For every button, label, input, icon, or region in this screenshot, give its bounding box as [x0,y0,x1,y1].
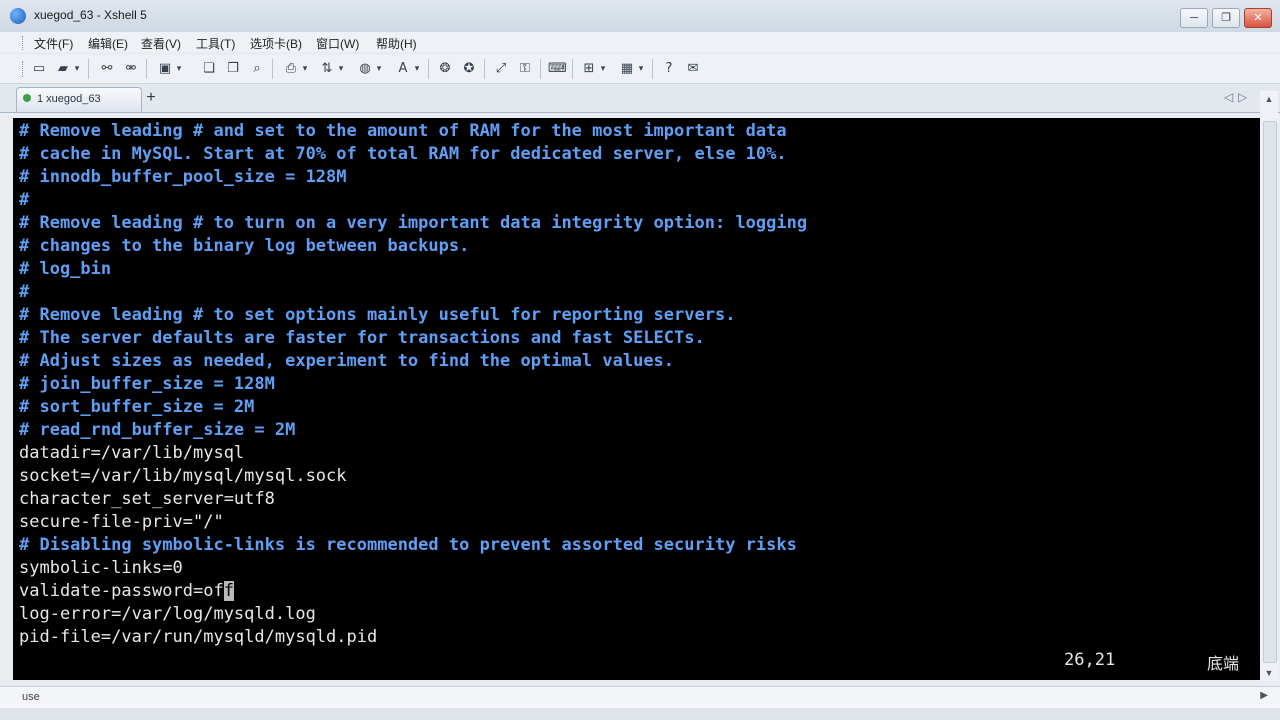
transfer-icon[interactable]: ⇅ [318,60,336,78]
terminal-cursor: f [223,581,234,601]
compose-input[interactable]: use [22,691,40,703]
menu-file[interactable]: 文件(F) [34,35,73,52]
vim-cursor-position: 26,21 [1064,650,1116,670]
scroll-down-icon[interactable]: ▼ [1260,665,1278,681]
fullscreen-icon[interactable]: ⤢ [492,60,510,78]
terminal-line: log-error=/var/log/mysqld.log [19,604,316,624]
tab-prev-icon[interactable]: ◁ [1224,90,1233,104]
keyboard-icon[interactable]: ⌨ [548,60,567,78]
window-controls: ─ ❐ ✕ [1180,8,1272,28]
title-bar: xuegod_63 - Xshell 5 ─ ❐ ✕ [0,0,1280,33]
layout-dropdown-icon[interactable]: ▾ [636,60,646,78]
terminal-line-text: validate-password=of [19,581,224,601]
toolbar-separator [146,59,147,79]
open-folder-icon[interactable]: ▰ [54,60,72,78]
properties-icon[interactable]: ▣ [156,60,174,78]
tab-label: 1 xuegod_63 [37,93,101,105]
terminal-line: # The server defaults are faster for tra… [19,328,705,348]
terminal-line: # cache in MySQL. Start at 70% of total … [19,144,787,164]
terminal-line: # Adjust sizes as needed, experiment to … [19,351,675,371]
vertical-scrollbar[interactable]: ▲ ▼ [1260,91,1278,681]
menu-grip[interactable] [22,36,25,50]
toolbar: ▭ ▰ ▾ ⚯ ⚮ ▣ ▾ ❏ ❐ ⌕ ⎙ ▾ ⇅ ▾ ◍ ▾ A ▾ ❂ ✪ … [0,55,1280,84]
toolbar-separator [272,59,273,79]
terminal-line: # [19,282,30,302]
tab-next-icon[interactable]: ▷ [1238,90,1247,104]
toolbar-separator [484,59,485,79]
terminal-line: pid-file=/var/run/mysqld/mysqld.pid [19,627,378,647]
add-tab-button[interactable]: + [142,89,160,107]
globe-icon[interactable]: ◍ [356,60,374,78]
menu-view[interactable]: 查看(V) [141,35,181,52]
properties-dropdown-icon[interactable]: ▾ [174,60,184,78]
terminal-line: # innodb_buffer_pool_size = 128M [19,167,347,187]
find-icon[interactable]: ⌕ [248,60,266,78]
minimize-button[interactable]: ─ [1180,8,1208,28]
toolbar-grip[interactable] [22,61,25,77]
connected-status-icon [23,94,31,102]
terminal-line: secure-file-priv="/" [19,512,224,532]
terminal-line: character_set_server=utf8 [19,489,275,509]
menu-tools[interactable]: 工具(T) [196,35,235,52]
lock-icon[interactable]: ⚿ [516,60,534,78]
vim-scroll-position: 底端 [1207,654,1240,673]
terminal-line: socket=/var/lib/mysql/mysql.sock [19,466,347,486]
font-icon[interactable]: A [394,60,412,78]
new-tab-group-icon[interactable]: ⊞ [580,60,598,78]
window-title: xuegod_63 - Xshell 5 [34,8,147,22]
restore-button[interactable]: ❐ [1212,8,1240,28]
toolbar-separator [652,59,653,79]
terminal-line: # join_buffer_size = 128M [19,374,275,394]
status-bar [0,708,1280,720]
menu-edit[interactable]: 编辑(E) [88,35,128,52]
menu-window[interactable]: 窗口(W) [316,35,359,52]
terminal-line: # Remove leading # to turn on a very imp… [19,213,808,233]
compose-send-icon[interactable]: ▶ [1260,690,1268,701]
help-icon[interactable]: ? [660,60,678,78]
terminal-line: validate-password=off [19,580,807,603]
connect-icon[interactable]: ⚯ [98,60,116,78]
paste-icon[interactable]: ❐ [224,60,242,78]
terminal-lines: # Remove leading # and set to the amount… [19,120,807,649]
toolbar-separator [428,59,429,79]
session-tab-bar: 1 xuegod_63 + ◁ ▷ ▾ [0,84,1280,113]
toolbar-separator [88,59,89,79]
xshell-app-icon[interactable] [10,8,26,24]
terminal-line: # Remove leading # and set to the amount… [19,121,787,141]
terminal-line: # Disabling symbolic-links is recommende… [19,535,797,555]
terminal-line: # Remove leading # to set options mainly… [19,305,736,325]
tab-group-dropdown-icon[interactable]: ▾ [598,60,608,78]
disconnect-icon[interactable]: ⚮ [122,60,140,78]
terminal-screen[interactable]: # Remove leading # and set to the amount… [13,118,1260,680]
menu-bar: 文件(F) 编辑(E) 查看(V) 工具(T) 选项卡(B) 窗口(W) 帮助(… [0,32,1280,52]
copy-icon[interactable]: ❏ [200,60,218,78]
xftp-icon[interactable]: ❂ [436,60,454,78]
terminal-line: # changes to the binary log between back… [19,236,470,256]
script-icon[interactable]: ✪ [460,60,478,78]
toolbar-separator [540,59,541,79]
terminal-line: # log_bin [19,259,112,279]
terminal-line: symbolic-links=0 [19,558,183,578]
globe-dropdown-icon[interactable]: ▾ [374,60,384,78]
chat-icon[interactable]: ✉ [684,60,702,78]
new-session-icon[interactable]: ▭ [30,60,48,78]
terminal-line: # [19,190,30,210]
menu-tabs[interactable]: 选项卡(B) [250,35,302,52]
tab-session[interactable]: 1 xuegod_63 [16,87,142,112]
font-dropdown-icon[interactable]: ▾ [412,60,422,78]
print-dropdown-icon[interactable]: ▾ [300,60,310,78]
close-button[interactable]: ✕ [1244,8,1272,28]
terminal-line: # sort_buffer_size = 2M [19,397,255,417]
print-icon[interactable]: ⎙ [282,60,300,78]
layout-icon[interactable]: ▦ [618,60,636,78]
toolbar-separator [572,59,573,79]
terminal-line: # read_rnd_buffer_size = 2M [19,420,296,440]
scrollbar-thumb[interactable] [1263,121,1277,663]
transfer-dropdown-icon[interactable]: ▾ [336,60,346,78]
open-dropdown-icon[interactable]: ▾ [72,60,82,78]
menu-help[interactable]: 帮助(H) [376,35,417,52]
compose-bar[interactable]: use ▶ [0,686,1280,709]
scroll-up-icon[interactable]: ▲ [1260,91,1278,107]
terminal-line: datadir=/var/lib/mysql [19,443,245,463]
